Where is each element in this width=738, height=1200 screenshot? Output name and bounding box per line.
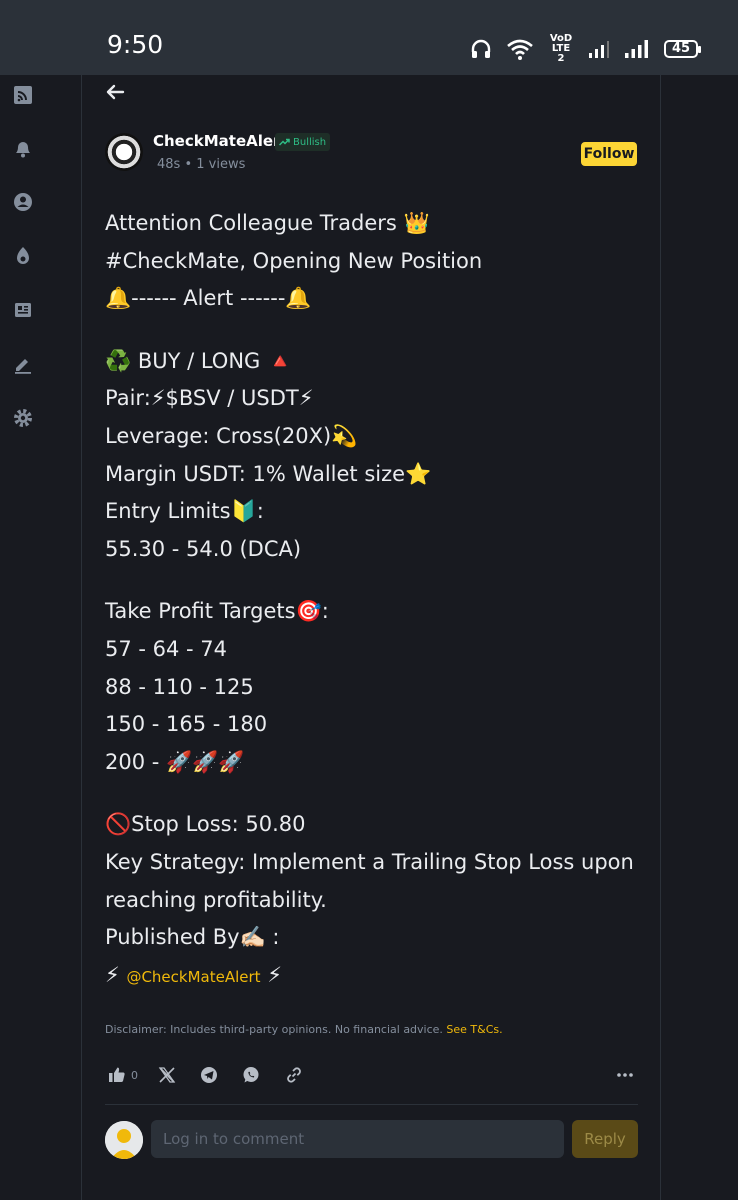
status-bar: 9:50 VoD LTE 2 45 bbox=[0, 0, 738, 75]
post-line: ⚡ @CheckMateAlert ⚡ bbox=[105, 957, 645, 995]
lightning-emoji: ⚡ bbox=[267, 962, 282, 987]
post-line: #CheckMate, Opening New Position bbox=[105, 248, 483, 273]
whatsapp-icon bbox=[243, 1067, 259, 1083]
sentiment-label: Bullish bbox=[293, 136, 327, 148]
network-type-label: VoD LTE 2 bbox=[549, 33, 573, 64]
post-line: 88 - 110 - 125 bbox=[105, 674, 254, 699]
post-line: Entry Limits🔰: bbox=[105, 499, 264, 524]
reply-button[interactable]: Reply bbox=[572, 1120, 638, 1158]
mention-link[interactable]: @CheckMateAlert bbox=[126, 968, 260, 986]
wifi-icon bbox=[507, 39, 533, 60]
lightning-emoji: ⚡ bbox=[105, 962, 120, 987]
more-dots-icon bbox=[617, 1073, 633, 1077]
like-count: 0 bbox=[131, 1068, 138, 1082]
post-line: 🔔------ Alert ------🔔 bbox=[105, 286, 312, 311]
terms-link[interactable]: See T&Cs. bbox=[446, 1023, 502, 1036]
comment-input[interactable]: Log in to comment bbox=[151, 1120, 564, 1158]
trend-up-icon bbox=[279, 138, 290, 146]
x-logo-icon bbox=[158, 1067, 176, 1083]
divider bbox=[105, 1104, 638, 1105]
signal-icon-2 bbox=[625, 40, 648, 58]
post-meta: 48s • 1 views bbox=[157, 157, 245, 172]
post-line: Pair:⚡$BSV / USDT⚡ bbox=[105, 386, 314, 411]
user-avatar bbox=[105, 1121, 143, 1159]
share-x-button[interactable] bbox=[158, 1063, 176, 1087]
share-whatsapp-button[interactable] bbox=[242, 1063, 260, 1087]
post-line: Attention Colleague Traders 👑 bbox=[105, 211, 430, 235]
back-arrow-icon[interactable] bbox=[103, 80, 127, 104]
default-avatar-icon bbox=[105, 1121, 143, 1159]
feed-icon[interactable] bbox=[12, 84, 34, 106]
status-time: 9:50 bbox=[107, 30, 164, 59]
post-line: reaching profitability. bbox=[105, 887, 327, 912]
post-line: Key Strategy: Implement a Trailing Stop … bbox=[105, 849, 634, 874]
headphones-icon bbox=[471, 39, 491, 58]
like-button[interactable]: 0 bbox=[108, 1063, 138, 1087]
battery-indicator: 45 bbox=[664, 40, 701, 58]
gear-icon[interactable] bbox=[12, 407, 34, 429]
signal-icon bbox=[589, 41, 609, 58]
bell-icon[interactable] bbox=[12, 137, 34, 159]
post-line: 57 - 64 - 74 bbox=[105, 636, 228, 661]
right-gutter bbox=[660, 75, 738, 1200]
post-body: Attention Colleague Traders 👑 #CheckMate… bbox=[105, 205, 645, 995]
post-line: Margin USDT: 1% Wallet size⭐ bbox=[105, 461, 432, 486]
bullish-badge: Bullish bbox=[275, 133, 331, 151]
post-line: 55.30 - 54.0 (DCA) bbox=[105, 537, 302, 561]
post-line: 200 - 🚀🚀🚀 bbox=[105, 749, 245, 774]
author-name[interactable]: CheckMateAlert bbox=[153, 132, 288, 150]
telegram-icon bbox=[201, 1067, 217, 1083]
post-line: 🚫Stop Loss: 50.80 bbox=[105, 812, 306, 837]
author-avatar[interactable] bbox=[105, 133, 143, 171]
share-telegram-button[interactable] bbox=[200, 1063, 218, 1087]
link-icon bbox=[287, 1067, 301, 1083]
more-options-button[interactable] bbox=[616, 1063, 634, 1087]
post-views: 1 views bbox=[196, 157, 246, 172]
post-age: 48s bbox=[157, 157, 181, 172]
follow-button[interactable]: Follow bbox=[581, 142, 637, 166]
disclaimer-text: Disclaimer: Includes third-party opinion… bbox=[105, 1023, 443, 1036]
status-icons: VoD LTE 2 45 bbox=[470, 33, 701, 64]
post-actions: 0 bbox=[108, 1063, 638, 1087]
news-icon[interactable] bbox=[12, 299, 34, 321]
meta-dot: • bbox=[184, 157, 197, 172]
thumbs-up-icon bbox=[109, 1067, 125, 1082]
disclaimer: Disclaimer: Includes third-party opinion… bbox=[105, 1023, 503, 1036]
fire-icon[interactable] bbox=[12, 245, 34, 267]
post-line: 150 - 165 - 180 bbox=[105, 712, 268, 737]
post-line: Leverage: Cross(20X)💫 bbox=[105, 423, 358, 448]
post-line: ♻️ BUY / LONG 🔺 bbox=[105, 348, 294, 373]
left-rail bbox=[0, 75, 82, 1200]
post-line: Published By✍🏻 : bbox=[105, 925, 280, 950]
copy-link-button[interactable] bbox=[285, 1063, 303, 1087]
profile-icon[interactable] bbox=[12, 191, 34, 213]
edit-icon[interactable] bbox=[12, 353, 34, 375]
post-line: Take Profit Targets🎯: bbox=[105, 599, 329, 624]
